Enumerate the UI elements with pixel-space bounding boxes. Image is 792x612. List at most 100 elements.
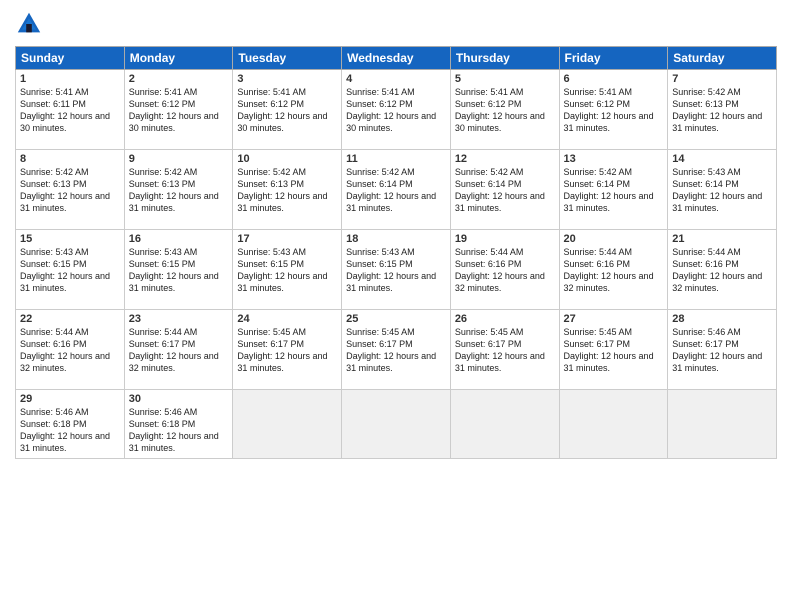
cell-info: Sunrise: 5:41 AMSunset: 6:12 PMDaylight:… [237,86,337,135]
cell-info: Sunrise: 5:43 AMSunset: 6:15 PMDaylight:… [237,246,337,295]
cell-info: Sunrise: 5:42 AMSunset: 6:13 PMDaylight:… [20,166,120,215]
cell-info: Sunrise: 5:45 AMSunset: 6:17 PMDaylight:… [455,326,555,375]
calendar-week-row: 22 Sunrise: 5:44 AMSunset: 6:16 PMDaylig… [16,310,777,390]
logo [15,10,46,38]
day-number: 12 [455,153,555,165]
calendar-cell: 29 Sunrise: 5:46 AMSunset: 6:18 PMDaylig… [16,390,125,459]
calendar-cell [450,390,559,459]
calendar-cell: 3 Sunrise: 5:41 AMSunset: 6:12 PMDayligh… [233,70,342,150]
day-number: 2 [129,73,229,85]
calendar-cell: 16 Sunrise: 5:43 AMSunset: 6:15 PMDaylig… [124,230,233,310]
calendar-cell: 27 Sunrise: 5:45 AMSunset: 6:17 PMDaylig… [559,310,668,390]
calendar-cell [668,390,777,459]
cell-info: Sunrise: 5:44 AMSunset: 6:16 PMDaylight:… [672,246,772,295]
cell-info: Sunrise: 5:42 AMSunset: 6:13 PMDaylight:… [129,166,229,215]
calendar-cell: 30 Sunrise: 5:46 AMSunset: 6:18 PMDaylig… [124,390,233,459]
cell-info: Sunrise: 5:41 AMSunset: 6:12 PMDaylight:… [564,86,664,135]
day-number: 24 [237,313,337,325]
calendar-cell [233,390,342,459]
calendar-cell: 19 Sunrise: 5:44 AMSunset: 6:16 PMDaylig… [450,230,559,310]
cell-info: Sunrise: 5:44 AMSunset: 6:17 PMDaylight:… [129,326,229,375]
page: SundayMondayTuesdayWednesdayThursdayFrid… [0,0,792,612]
cell-info: Sunrise: 5:42 AMSunset: 6:13 PMDaylight:… [237,166,337,215]
calendar-header-sunday: Sunday [16,47,125,70]
day-number: 19 [455,233,555,245]
cell-info: Sunrise: 5:41 AMSunset: 6:12 PMDaylight:… [346,86,446,135]
cell-info: Sunrise: 5:45 AMSunset: 6:17 PMDaylight:… [346,326,446,375]
calendar-cell: 21 Sunrise: 5:44 AMSunset: 6:16 PMDaylig… [668,230,777,310]
calendar-cell: 28 Sunrise: 5:46 AMSunset: 6:17 PMDaylig… [668,310,777,390]
cell-info: Sunrise: 5:46 AMSunset: 6:18 PMDaylight:… [20,406,120,455]
cell-info: Sunrise: 5:42 AMSunset: 6:14 PMDaylight:… [346,166,446,215]
calendar-cell: 25 Sunrise: 5:45 AMSunset: 6:17 PMDaylig… [342,310,451,390]
cell-info: Sunrise: 5:45 AMSunset: 6:17 PMDaylight:… [564,326,664,375]
calendar-week-row: 15 Sunrise: 5:43 AMSunset: 6:15 PMDaylig… [16,230,777,310]
calendar-cell: 24 Sunrise: 5:45 AMSunset: 6:17 PMDaylig… [233,310,342,390]
header [15,10,777,38]
calendar-cell: 11 Sunrise: 5:42 AMSunset: 6:14 PMDaylig… [342,150,451,230]
day-number: 17 [237,233,337,245]
calendar-cell: 17 Sunrise: 5:43 AMSunset: 6:15 PMDaylig… [233,230,342,310]
day-number: 21 [672,233,772,245]
day-number: 27 [564,313,664,325]
day-number: 3 [237,73,337,85]
calendar-header-row: SundayMondayTuesdayWednesdayThursdayFrid… [16,47,777,70]
calendar-cell: 7 Sunrise: 5:42 AMSunset: 6:13 PMDayligh… [668,70,777,150]
calendar-cell [342,390,451,459]
calendar-header-monday: Monday [124,47,233,70]
calendar-table: SundayMondayTuesdayWednesdayThursdayFrid… [15,46,777,459]
day-number: 28 [672,313,772,325]
cell-info: Sunrise: 5:42 AMSunset: 6:14 PMDaylight:… [455,166,555,215]
calendar-cell: 26 Sunrise: 5:45 AMSunset: 6:17 PMDaylig… [450,310,559,390]
calendar-cell: 23 Sunrise: 5:44 AMSunset: 6:17 PMDaylig… [124,310,233,390]
cell-info: Sunrise: 5:44 AMSunset: 6:16 PMDaylight:… [20,326,120,375]
calendar-week-row: 8 Sunrise: 5:42 AMSunset: 6:13 PMDayligh… [16,150,777,230]
calendar-cell: 8 Sunrise: 5:42 AMSunset: 6:13 PMDayligh… [16,150,125,230]
day-number: 8 [20,153,120,165]
day-number: 26 [455,313,555,325]
calendar-cell: 15 Sunrise: 5:43 AMSunset: 6:15 PMDaylig… [16,230,125,310]
calendar-week-row: 1 Sunrise: 5:41 AMSunset: 6:11 PMDayligh… [16,70,777,150]
cell-info: Sunrise: 5:45 AMSunset: 6:17 PMDaylight:… [237,326,337,375]
calendar-header-tuesday: Tuesday [233,47,342,70]
calendar-cell: 2 Sunrise: 5:41 AMSunset: 6:12 PMDayligh… [124,70,233,150]
calendar-cell: 12 Sunrise: 5:42 AMSunset: 6:14 PMDaylig… [450,150,559,230]
day-number: 18 [346,233,446,245]
calendar-cell: 5 Sunrise: 5:41 AMSunset: 6:12 PMDayligh… [450,70,559,150]
cell-info: Sunrise: 5:44 AMSunset: 6:16 PMDaylight:… [455,246,555,295]
cell-info: Sunrise: 5:43 AMSunset: 6:15 PMDaylight:… [20,246,120,295]
calendar-cell: 4 Sunrise: 5:41 AMSunset: 6:12 PMDayligh… [342,70,451,150]
calendar-header-wednesday: Wednesday [342,47,451,70]
calendar-cell: 13 Sunrise: 5:42 AMSunset: 6:14 PMDaylig… [559,150,668,230]
cell-info: Sunrise: 5:43 AMSunset: 6:15 PMDaylight:… [346,246,446,295]
day-number: 7 [672,73,772,85]
day-number: 1 [20,73,120,85]
cell-info: Sunrise: 5:41 AMSunset: 6:11 PMDaylight:… [20,86,120,135]
cell-info: Sunrise: 5:42 AMSunset: 6:14 PMDaylight:… [564,166,664,215]
calendar-week-row: 29 Sunrise: 5:46 AMSunset: 6:18 PMDaylig… [16,390,777,459]
day-number: 4 [346,73,446,85]
calendar-cell: 10 Sunrise: 5:42 AMSunset: 6:13 PMDaylig… [233,150,342,230]
day-number: 13 [564,153,664,165]
day-number: 23 [129,313,229,325]
calendar-cell: 22 Sunrise: 5:44 AMSunset: 6:16 PMDaylig… [16,310,125,390]
calendar-header-saturday: Saturday [668,47,777,70]
day-number: 5 [455,73,555,85]
day-number: 25 [346,313,446,325]
cell-info: Sunrise: 5:44 AMSunset: 6:16 PMDaylight:… [564,246,664,295]
calendar-cell: 9 Sunrise: 5:42 AMSunset: 6:13 PMDayligh… [124,150,233,230]
cell-info: Sunrise: 5:42 AMSunset: 6:13 PMDaylight:… [672,86,772,135]
cell-info: Sunrise: 5:43 AMSunset: 6:14 PMDaylight:… [672,166,772,215]
day-number: 22 [20,313,120,325]
calendar-header-friday: Friday [559,47,668,70]
cell-info: Sunrise: 5:41 AMSunset: 6:12 PMDaylight:… [129,86,229,135]
day-number: 14 [672,153,772,165]
cell-info: Sunrise: 5:46 AMSunset: 6:18 PMDaylight:… [129,406,229,455]
calendar-cell: 6 Sunrise: 5:41 AMSunset: 6:12 PMDayligh… [559,70,668,150]
day-number: 15 [20,233,120,245]
day-number: 29 [20,393,120,405]
day-number: 20 [564,233,664,245]
day-number: 30 [129,393,229,405]
calendar-cell: 14 Sunrise: 5:43 AMSunset: 6:14 PMDaylig… [668,150,777,230]
calendar-cell: 20 Sunrise: 5:44 AMSunset: 6:16 PMDaylig… [559,230,668,310]
